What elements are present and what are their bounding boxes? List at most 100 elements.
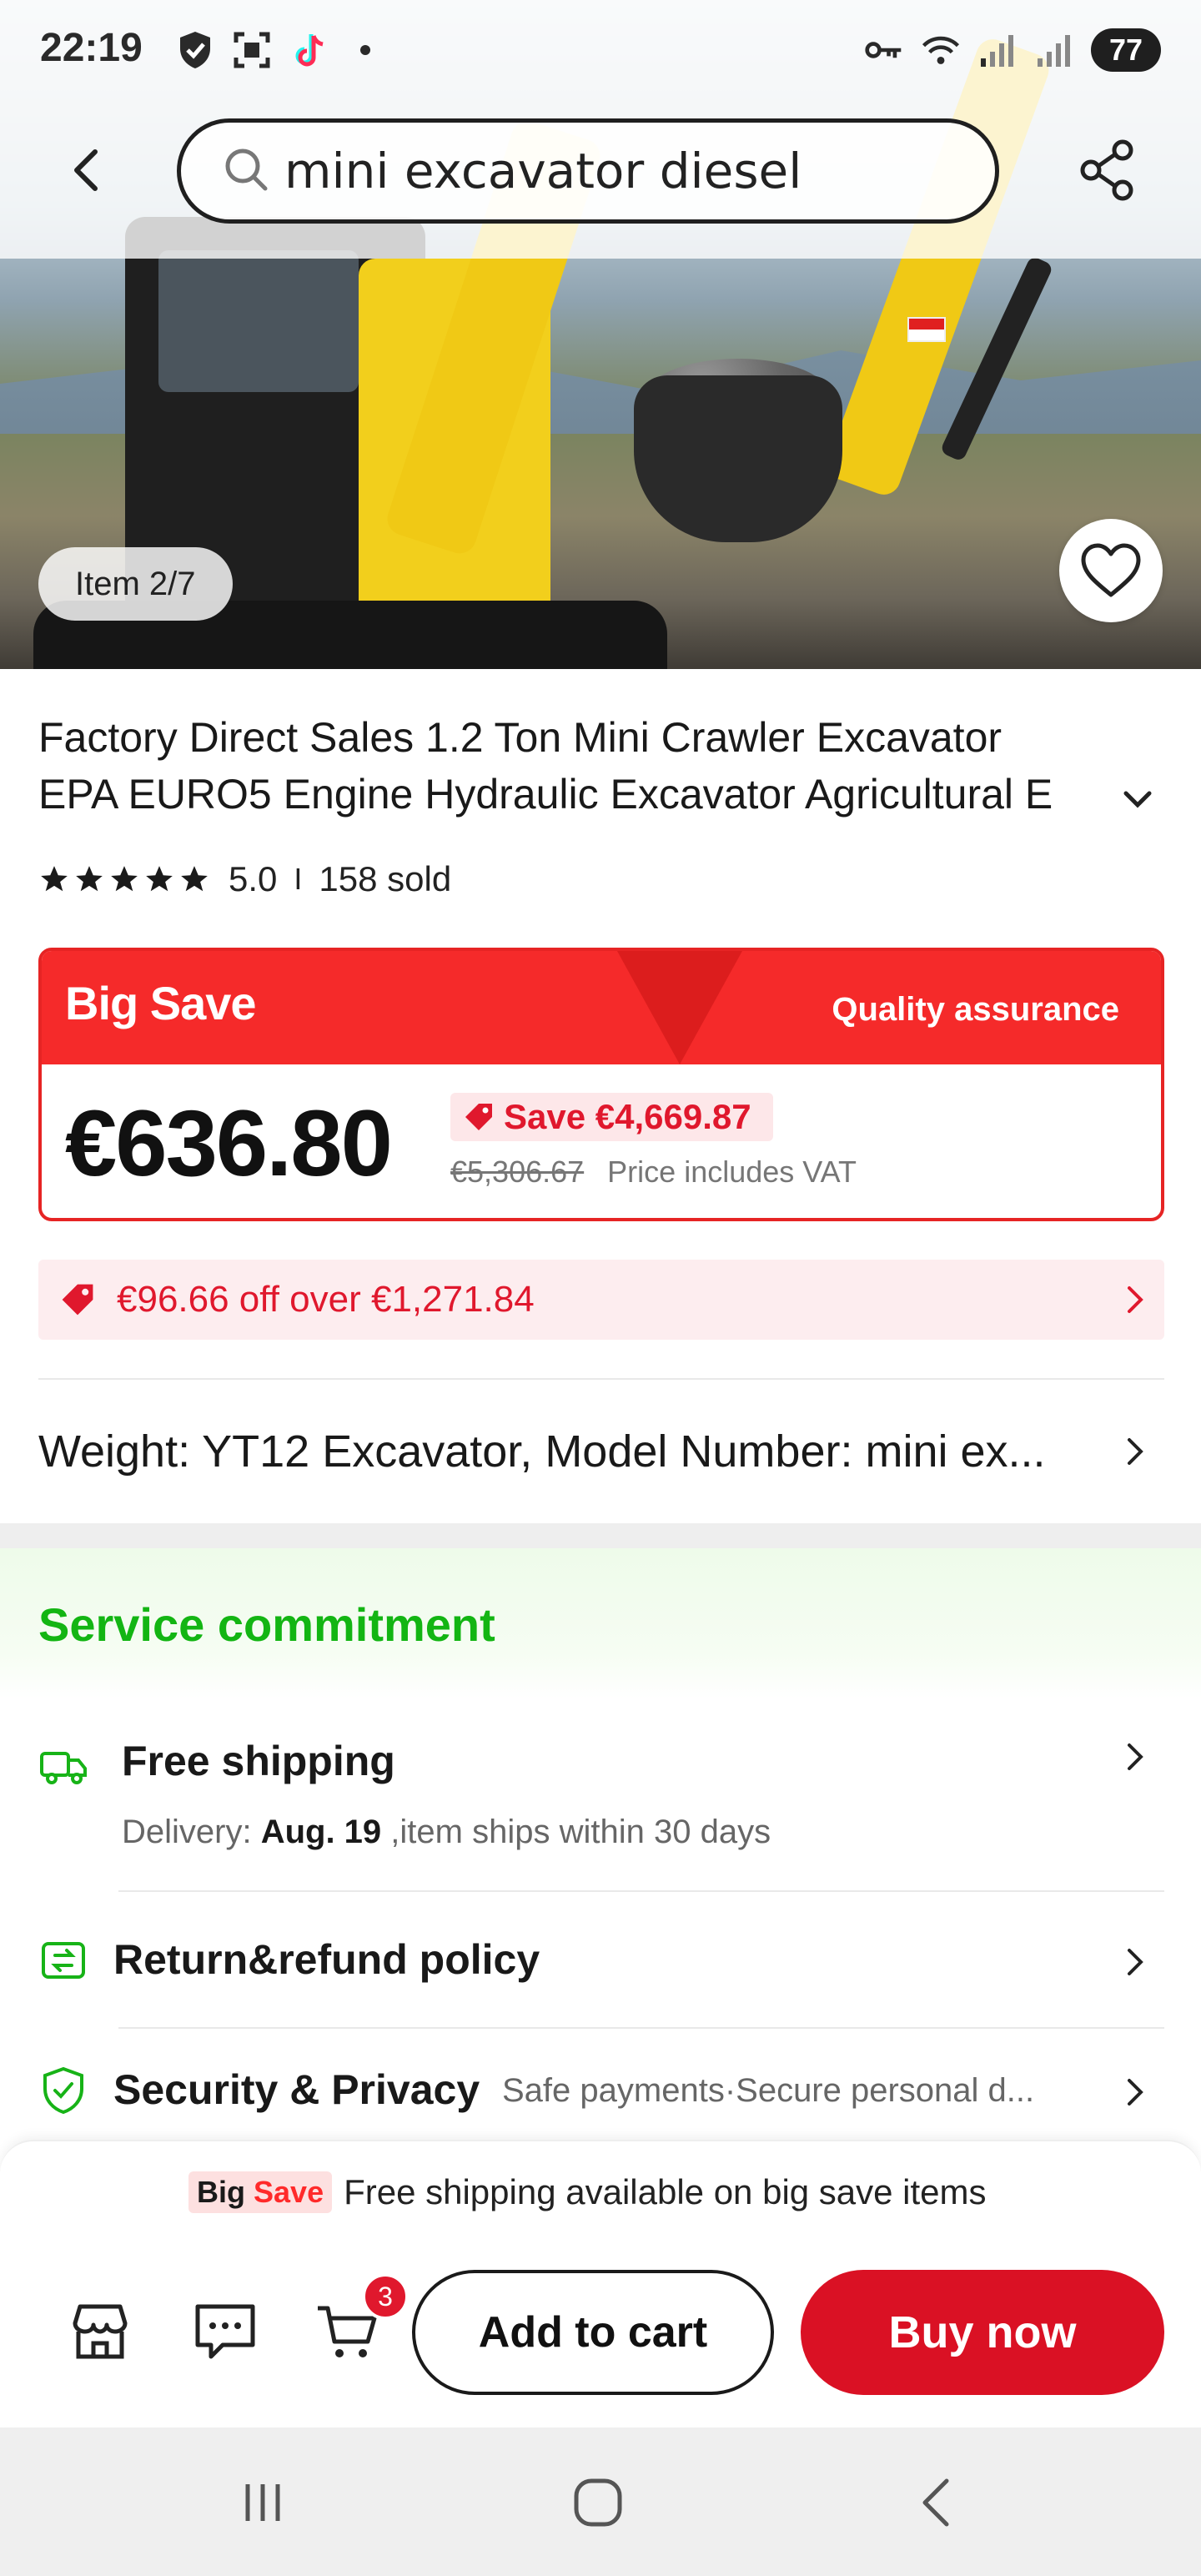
status-icons-left (175, 30, 385, 70)
badge-save: Save (254, 2175, 324, 2209)
chat-icon (195, 2304, 255, 2359)
star-icon (181, 866, 208, 892)
store-icon (73, 2304, 128, 2359)
spec-selector[interactable]: Weight: YT12 Excavator, Model Number: mi… (38, 1410, 1164, 1493)
screenshot-icon (232, 30, 272, 70)
wishlist-button[interactable] (1059, 519, 1163, 622)
store-button[interactable] (65, 2297, 135, 2367)
chevron-right-icon (1128, 1438, 1143, 1465)
return-policy-row[interactable]: Return&refund policy (38, 1935, 1164, 2019)
search-input[interactable] (284, 143, 968, 199)
home-button[interactable] (560, 2469, 636, 2536)
save-badge: Save €4,669.87 (450, 1093, 773, 1141)
top-bar: 22:19 77 mini excavator diesel (0, 0, 1201, 259)
truck-icon (40, 1752, 87, 1784)
share-button[interactable] (1076, 138, 1139, 202)
return-icon (42, 1942, 85, 1979)
cart-count-badge: 3 (362, 2273, 409, 2320)
delivery-date: Aug. 19 (260, 1814, 382, 1850)
original-price-row: €5,306.67 Price includes VAT (450, 1155, 857, 1190)
delivery-prefix: Delivery: (122, 1814, 261, 1850)
promo-text: Free shipping available on big save item… (344, 2172, 987, 2211)
signal-icon (977, 30, 1018, 70)
home-icon (574, 2478, 622, 2527)
big-save-card: Big Save Quality assurance €636.80 Save … (38, 948, 1164, 1221)
message-button[interactable] (190, 2297, 260, 2367)
flag-decal (907, 317, 946, 342)
chevron-right-icon (1128, 2079, 1143, 2106)
star-icon (146, 866, 173, 892)
section-gap (0, 1523, 1201, 1548)
star-icon (111, 866, 138, 892)
divider (38, 1378, 1164, 1380)
product-title-line-2: EPA EURO5 Engine Hydraulic Excavator Agr… (38, 771, 1053, 818)
coupon-row[interactable]: €96.66 off over €1,271.84 (38, 1260, 1164, 1340)
chevron-down-icon (1123, 791, 1152, 808)
battery-indicator: 77 (1091, 28, 1161, 72)
delivery-info: Delivery: Aug. 19 ,item ships within 30 … (122, 1814, 771, 1851)
chevron-right-icon (1128, 1949, 1143, 1975)
search-box[interactable] (177, 118, 999, 224)
expand-title-button[interactable] (1118, 780, 1158, 820)
spec-text: Weight: YT12 Excavator, Model Number: mi… (38, 1426, 1046, 1477)
star-rating (38, 863, 210, 895)
bottom-action-bar: 3 Add to cart Buy now (0, 2248, 1201, 2428)
divider (118, 1890, 1164, 1892)
badge-big: Big (197, 2175, 245, 2209)
image-counter: Item 2/7 (38, 547, 233, 621)
key-icon (864, 30, 904, 70)
add-to-cart-button[interactable]: Add to cart (412, 2270, 774, 2395)
vat-note: Price includes VAT (607, 1155, 857, 1189)
free-shipping-label: Free shipping (122, 1738, 395, 1784)
buy-now-button[interactable]: Buy now (801, 2270, 1164, 2395)
promo-content: Big Save Free shipping available on big … (188, 2171, 987, 2213)
heart-icon (1081, 543, 1141, 597)
excavator-bucket (634, 375, 842, 542)
divider (118, 2027, 1164, 2029)
search-icon (223, 146, 269, 197)
status-bar: 22:19 77 (0, 0, 1201, 108)
big-save-logo: Big Save (65, 977, 257, 1029)
recent-apps-button[interactable] (225, 2469, 300, 2536)
coupon-text: €96.66 off over €1,271.84 (117, 1279, 535, 1320)
system-nav-bar (0, 2428, 1201, 2576)
big-save-header: Big Save Quality assurance (42, 951, 1161, 1064)
shield-check-icon (43, 2066, 83, 2115)
rating-row[interactable]: 5.0 I 158 sold (38, 859, 451, 899)
nav-row (0, 117, 1201, 225)
back-button[interactable] (58, 143, 112, 197)
status-time: 22:19 (40, 26, 143, 70)
service-title: Service commitment (38, 1598, 495, 1651)
back-icon (922, 2478, 949, 2527)
excavator-cab-window (158, 250, 359, 392)
star-icon (41, 866, 68, 892)
save-amount: Save €4,669.87 (504, 1097, 751, 1136)
big-save-promo-strip: Big Save Free shipping available on big … (0, 2140, 1201, 2248)
current-price: €636.80 (65, 1091, 393, 1195)
delivery-suffix: ,item ships within 30 days (381, 1814, 771, 1850)
tiktok-icon (289, 30, 329, 70)
security-privacy-sub: Safe payments·Secure personal d... (502, 2072, 1035, 2109)
big-save-mini-badge: Big Save (188, 2171, 333, 2213)
dot-icon (345, 30, 385, 70)
coupon-tag-icon (62, 1284, 93, 1316)
status-icons-right: 77 (864, 28, 1161, 72)
price-tag-icon (465, 1104, 492, 1130)
star-icon (76, 866, 103, 892)
product-title-line-1: Factory Direct Sales 1.2 Ton Mini Crawle… (38, 714, 1003, 761)
security-privacy-row[interactable]: Security & Privacy Safe payments·Secure … (38, 2065, 1164, 2141)
big-save-decoration (617, 951, 742, 1064)
rating-value: 5.0 (229, 859, 278, 898)
quality-assurance-label: Quality assurance (832, 991, 1119, 1028)
signal-icon (1034, 30, 1074, 70)
return-policy-label: Return&refund policy (113, 1936, 540, 1983)
share-icon (1080, 139, 1133, 201)
rating-separator: I (294, 862, 303, 896)
product-title[interactable]: Factory Direct Sales 1.2 Ton Mini Crawle… (38, 709, 1156, 823)
free-shipping-row[interactable]: Free shipping Delivery: Aug. 19 ,item sh… (38, 1735, 1164, 1902)
sold-count: 158 sold (319, 859, 452, 898)
original-price: €5,306.67 (450, 1155, 585, 1189)
chevron-right-icon (1128, 1743, 1143, 1770)
system-back-button[interactable] (897, 2469, 972, 2536)
chevron-right-icon (1128, 1286, 1143, 1313)
